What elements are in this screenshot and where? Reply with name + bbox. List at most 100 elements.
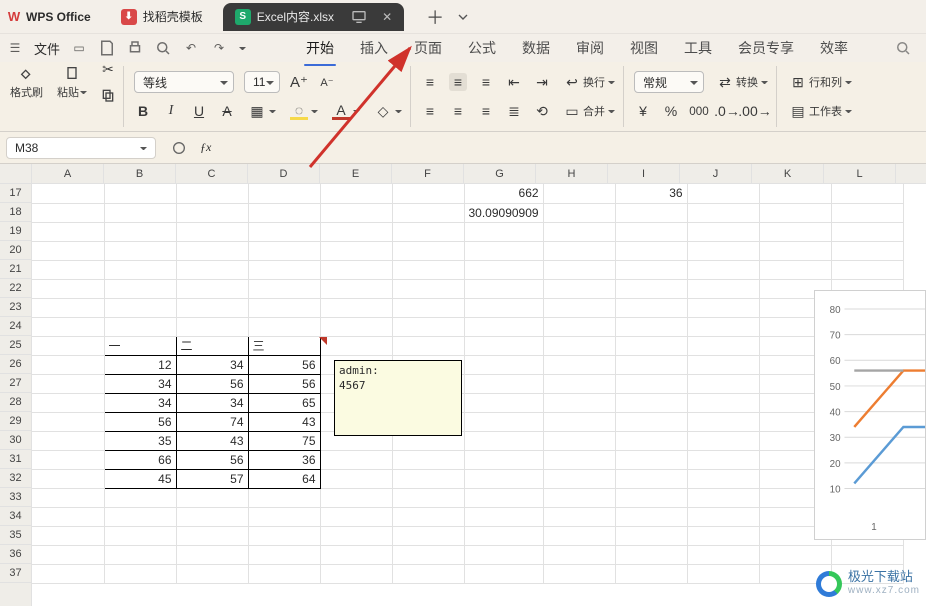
cell[interactable] [615,374,687,393]
cell[interactable] [687,488,759,507]
cell[interactable] [392,203,464,222]
cell[interactable] [176,203,248,222]
cell[interactable] [543,507,615,526]
cell[interactable]: 43 [248,412,320,431]
cell[interactable] [176,260,248,279]
cell[interactable]: 64 [248,469,320,488]
merge-button[interactable]: ▭合并 [561,100,617,122]
cell[interactable] [687,374,759,393]
cell[interactable] [104,488,176,507]
cell[interactable] [543,469,615,488]
cell[interactable] [759,260,831,279]
cell[interactable] [32,469,104,488]
cell[interactable]: 36 [615,184,687,203]
cell[interactable] [32,222,104,241]
thousands-icon[interactable]: 000 [690,102,708,120]
chevron-down-icon[interactable] [79,88,87,96]
cell[interactable] [392,241,464,260]
cell[interactable] [464,260,543,279]
cell[interactable] [687,241,759,260]
cell[interactable] [248,203,320,222]
cell[interactable] [248,260,320,279]
cell[interactable] [543,279,615,298]
cell[interactable] [32,184,104,203]
cell[interactable] [831,545,903,564]
formula-bar[interactable]: ƒx [162,137,920,159]
cell[interactable] [32,412,104,431]
cell[interactable] [615,317,687,336]
cell[interactable] [176,564,248,583]
cell[interactable] [831,184,903,203]
cell[interactable] [687,298,759,317]
tab-template-store[interactable]: ⬇ 找稻壳模板 [109,3,215,31]
cell[interactable] [464,545,543,564]
cell[interactable] [320,469,392,488]
cell[interactable] [104,260,176,279]
tab-data[interactable]: 数据 [520,34,552,62]
cell[interactable] [32,203,104,222]
cell[interactable] [176,298,248,317]
border-button[interactable]: ▦ [246,100,278,122]
cell[interactable]: 662 [464,184,543,203]
row-header[interactable]: 26 [0,355,31,374]
cell[interactable] [687,507,759,526]
tab-page[interactable]: 页面 [412,34,444,62]
cell[interactable] [687,355,759,374]
cell[interactable]: 56 [104,412,176,431]
cell[interactable] [615,564,687,583]
increase-decimal-icon[interactable]: .0→ [718,102,736,120]
cell[interactable]: 30.09090909 [464,203,543,222]
cell[interactable] [615,545,687,564]
cell[interactable] [687,317,759,336]
indent-increase-icon[interactable]: ⇥ [533,73,551,91]
cell[interactable] [464,279,543,298]
row-header[interactable]: 30 [0,431,31,450]
cell[interactable] [392,222,464,241]
cell[interactable] [687,412,759,431]
cell[interactable] [320,507,392,526]
cell[interactable]: 56 [248,355,320,374]
cell[interactable] [32,374,104,393]
cell[interactable] [687,545,759,564]
row-header[interactable]: 33 [0,488,31,507]
column-headers[interactable]: ABCDEFGHIJKL [32,164,926,184]
cell[interactable] [176,279,248,298]
tab-current-file[interactable]: S Excel内容.xlsx ✕ [223,3,404,31]
cell[interactable] [392,184,464,203]
name-box[interactable]: M38 [6,137,156,159]
cell[interactable]: 34 [176,355,248,374]
row-header[interactable]: 19 [0,222,31,241]
font-size-select[interactable]: 11 [244,71,280,93]
comment-indicator-icon[interactable] [319,337,327,345]
tab-tools[interactable]: 工具 [682,34,714,62]
cell[interactable]: 34 [176,393,248,412]
cell[interactable] [176,184,248,203]
cell[interactable] [104,184,176,203]
column-header[interactable]: F [392,164,464,183]
cell[interactable] [248,545,320,564]
cell[interactable] [176,526,248,545]
orientation-icon[interactable]: ⟲ [533,102,551,120]
cell[interactable] [32,545,104,564]
row-headers[interactable]: 1718192021222324252627282930313233343536… [0,184,32,606]
cell[interactable] [831,222,903,241]
save-icon[interactable] [98,39,116,57]
cell[interactable] [543,526,615,545]
row-header[interactable]: 22 [0,279,31,298]
select-all-corner[interactable] [0,164,32,184]
undo-icon[interactable]: ↶ [182,39,200,57]
cell[interactable] [464,431,543,450]
spreadsheet-grid[interactable]: ABCDEFGHIJKL 171819202122232425262728293… [0,164,926,606]
cell[interactable] [615,336,687,355]
chart-fragment[interactable]: 10203040506070801 [814,290,926,540]
decrease-font-icon[interactable]: A⁻ [318,73,336,91]
cell[interactable] [464,393,543,412]
row-header[interactable]: 34 [0,507,31,526]
tab-member[interactable]: 会员专享 [736,34,796,62]
row-header[interactable]: 25 [0,336,31,355]
worksheet-button[interactable]: ▤工作表 [787,100,854,122]
cell[interactable] [32,564,104,583]
cell[interactable] [464,298,543,317]
cell[interactable] [320,336,392,355]
cell[interactable] [104,279,176,298]
